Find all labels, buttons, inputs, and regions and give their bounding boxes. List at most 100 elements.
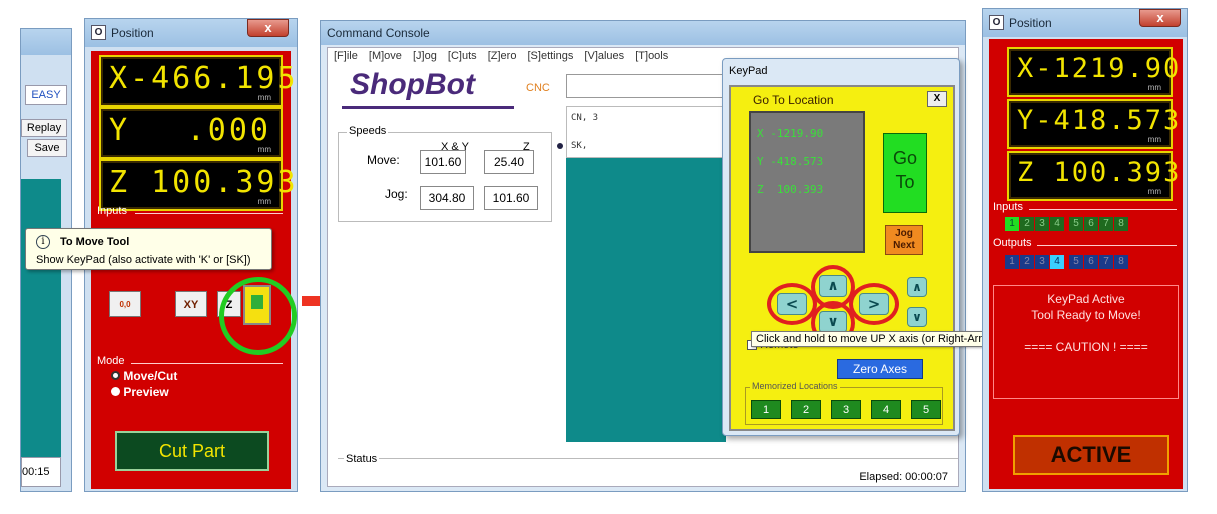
close-button[interactable]: x	[247, 19, 289, 37]
active-button[interactable]: ACTIVE	[1013, 435, 1169, 475]
easy-button[interactable]: EASY	[25, 85, 67, 105]
input-indicator: 4	[1050, 217, 1064, 231]
time-readout: 00:15	[21, 457, 61, 487]
dro-y-value: Y .000	[109, 113, 271, 148]
memory-slot[interactable]: 3	[831, 400, 861, 419]
output-indicator: 4	[1050, 255, 1064, 269]
left-position-titlebar: O Position x	[85, 19, 297, 47]
left-dro-panel: X-466.195 mm Y .000 mm Z 100.393 mm Input…	[91, 51, 299, 489]
zero-xy-button[interactable]: XY	[175, 291, 207, 317]
dro-z: Z 100.393 mm	[1007, 151, 1182, 201]
memory-slot[interactable]: 4	[871, 400, 901, 419]
left-position-title: Position	[111, 26, 154, 40]
to-label: To	[895, 172, 915, 192]
output-indicator: 7	[1099, 255, 1113, 269]
status-group: Status Elapsed: 00:00:07	[338, 453, 958, 486]
cut-part-button[interactable]: Cut Part	[115, 431, 269, 471]
output-indicator: 2	[1020, 255, 1034, 269]
tooltip: i To Move Tool Show KeyPad (also activat…	[25, 228, 272, 270]
teal-area	[21, 179, 61, 469]
close-button[interactable]: x	[1139, 9, 1181, 27]
inputs-label: Inputs	[97, 205, 127, 217]
radio-icon	[111, 387, 120, 396]
speeds-label: Speeds	[347, 125, 389, 137]
menu-cuts[interactable]: [C]uts	[448, 50, 477, 62]
menu-settings[interactable]: [S]ettings	[528, 50, 574, 62]
zero-xy-origin-button[interactable]: 0,0	[109, 291, 141, 317]
jog-z-field[interactable]	[484, 186, 538, 210]
input-indicator: 1	[1005, 217, 1019, 231]
z-up-button[interactable]: ∧	[907, 277, 927, 297]
memory-slot[interactable]: 1	[751, 400, 781, 419]
status-label: Status	[344, 453, 380, 465]
status-line-1: KeyPad Active	[1047, 292, 1125, 306]
go-to-button[interactable]: Go To	[883, 133, 927, 213]
dro-z-value: Z 100.393	[109, 165, 299, 200]
status-line-2: Tool Ready to Move!	[1031, 308, 1141, 322]
dro-x-value: X-466.195	[109, 61, 299, 96]
dro-x: X-1219.90 mm	[1007, 47, 1179, 97]
dro-z-unit: mm	[257, 197, 271, 206]
goto-x: X -1219.90	[757, 127, 824, 140]
right-position-title: Position	[1009, 16, 1052, 30]
menu-jog[interactable]: [J]og	[413, 50, 437, 62]
input-indicator: 7	[1099, 217, 1113, 231]
jog-label: Jog	[895, 228, 913, 239]
next-label: Next	[893, 240, 915, 251]
jog-xy-field[interactable]	[420, 186, 474, 210]
logo-underline	[342, 106, 514, 109]
menu-tools[interactable]: [T]ools	[635, 50, 668, 62]
save-button[interactable]: Save	[27, 139, 67, 157]
menu-file[interactable]: [F]ile	[334, 50, 358, 62]
logo-text: ShopBot	[350, 68, 475, 101]
keypad-title: KeyPad	[729, 65, 768, 77]
memory-slot[interactable]: 5	[911, 400, 941, 419]
mode-divider	[131, 363, 283, 364]
outputs-label: Outputs	[993, 237, 1032, 249]
inputs-label: Inputs	[993, 201, 1023, 213]
radio-selected-icon	[111, 371, 120, 380]
window-icon: O	[989, 15, 1004, 30]
dro-x: X-466.195 mm	[99, 55, 299, 107]
move-z-field[interactable]	[484, 150, 534, 174]
status-message-box: KeyPad Active Tool Ready to Move! ==== C…	[993, 285, 1179, 399]
input-indicator: 8	[1114, 217, 1128, 231]
replay-button[interactable]: Replay	[21, 119, 67, 137]
goto-z: Z 100.393	[757, 183, 824, 196]
mode-preview-radio[interactable]: Preview	[111, 385, 169, 399]
output-indicator: 5	[1069, 255, 1083, 269]
jog-next-button[interactable]: Jog Next	[885, 225, 923, 255]
current-line-bullet	[557, 143, 563, 149]
logo-suffix: CNC	[526, 82, 550, 94]
z-down-button[interactable]: ∨	[907, 307, 927, 327]
jog-label: Jog:	[385, 187, 408, 201]
mode-preview-label: Preview	[123, 385, 169, 399]
goto-title: Go To Location	[753, 93, 834, 107]
keypad-window: KeyPad Go To Location X X -1219.90 Y -41…	[722, 58, 1024, 436]
dro-y: Y-418.573 mm	[1007, 99, 1179, 149]
right-dro-panel: X-1219.90 mm Y-418.573 mm Z 100.393 mm I…	[989, 39, 1183, 489]
output-indicator: 8	[1114, 255, 1128, 269]
dro-z-value: Z 100.393	[1017, 157, 1182, 188]
zero-axes-button[interactable]: Zero Axes	[837, 359, 923, 379]
input-indicator: 3	[1035, 217, 1049, 231]
console-titlebar: Command Console	[321, 21, 965, 45]
tooltip-body: Show KeyPad (also activate with 'K' or […	[36, 254, 251, 266]
dro-x-unit: mm	[1147, 83, 1161, 92]
dro-z-unit: mm	[1147, 187, 1161, 196]
log-line: SK,	[571, 141, 588, 151]
info-icon: i	[36, 235, 50, 249]
menu-values[interactable]: [V]alues	[584, 50, 624, 62]
menu-move[interactable]: [M]ove	[369, 50, 402, 62]
mode-move-cut-radio[interactable]: Move/Cut	[111, 369, 177, 383]
menu-zero[interactable]: [Z]ero	[488, 50, 517, 62]
mode-label: Mode	[97, 355, 125, 367]
window-icon: O	[91, 25, 106, 40]
log-area: CN, 3 SK,	[557, 106, 726, 158]
move-xy-field[interactable]	[420, 150, 466, 174]
command-input[interactable]	[566, 74, 726, 98]
keypad-close-button[interactable]: X	[927, 91, 947, 107]
shopbot-logo: ShopBot CNC	[342, 68, 562, 112]
output-indicator: 6	[1084, 255, 1098, 269]
memory-slot[interactable]: 2	[791, 400, 821, 419]
